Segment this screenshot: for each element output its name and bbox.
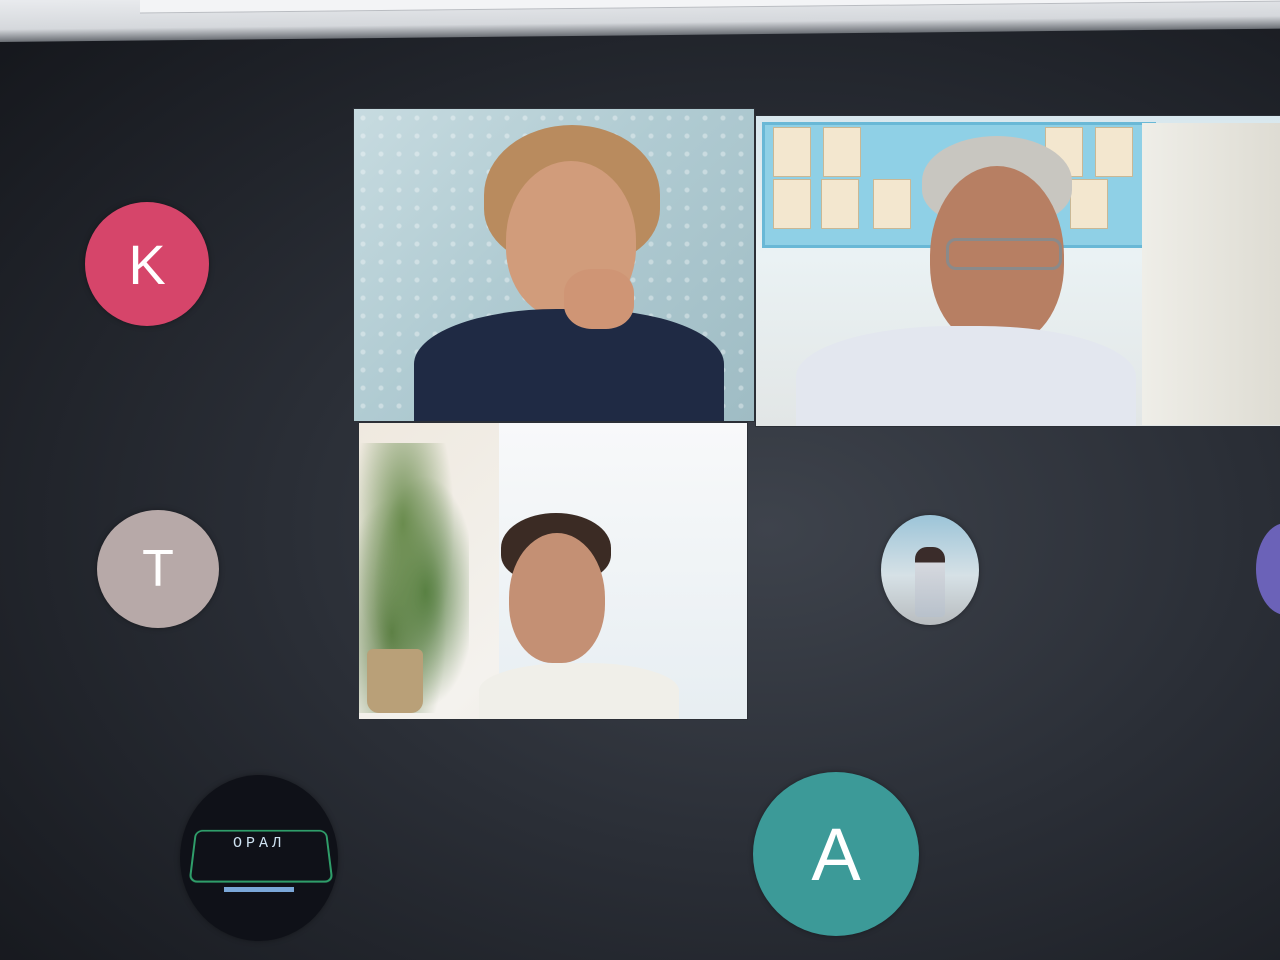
participant-man [796,136,1136,426]
participant-avatar-k[interactable]: K [85,202,209,326]
logo-text: ОРАЛ [232,835,285,852]
white-shirt [796,326,1136,426]
participant-avatar-t[interactable]: T [97,510,219,628]
video-tile-3[interactable] [358,422,748,720]
person-photo [915,547,945,617]
face [509,533,605,663]
hand [564,269,634,329]
participant-photo-avatar[interactable] [881,515,979,625]
avatar-initial: T [142,540,174,598]
plant-pot [367,649,423,713]
glasses-icon [946,238,1062,270]
participant-avatar-a[interactable]: A [753,772,919,936]
address-bar[interactable] [140,0,1280,14]
dark-top [414,309,724,421]
avatar-initial: K [128,232,166,296]
participant-woman [414,119,724,421]
shirt [479,663,679,719]
avatar-initial: A [811,812,861,896]
logo-bar [224,887,294,892]
video-call-screen: K T A ОРАЛ [0,0,1280,960]
participant-young-man [479,513,679,719]
participant-avatar-partial[interactable] [1256,523,1280,615]
participant-logo-avatar[interactable]: ОРАЛ [180,775,338,941]
video-tile-1[interactable] [353,108,755,422]
browser-top-bar [0,0,1280,42]
side-wall [1142,123,1280,425]
